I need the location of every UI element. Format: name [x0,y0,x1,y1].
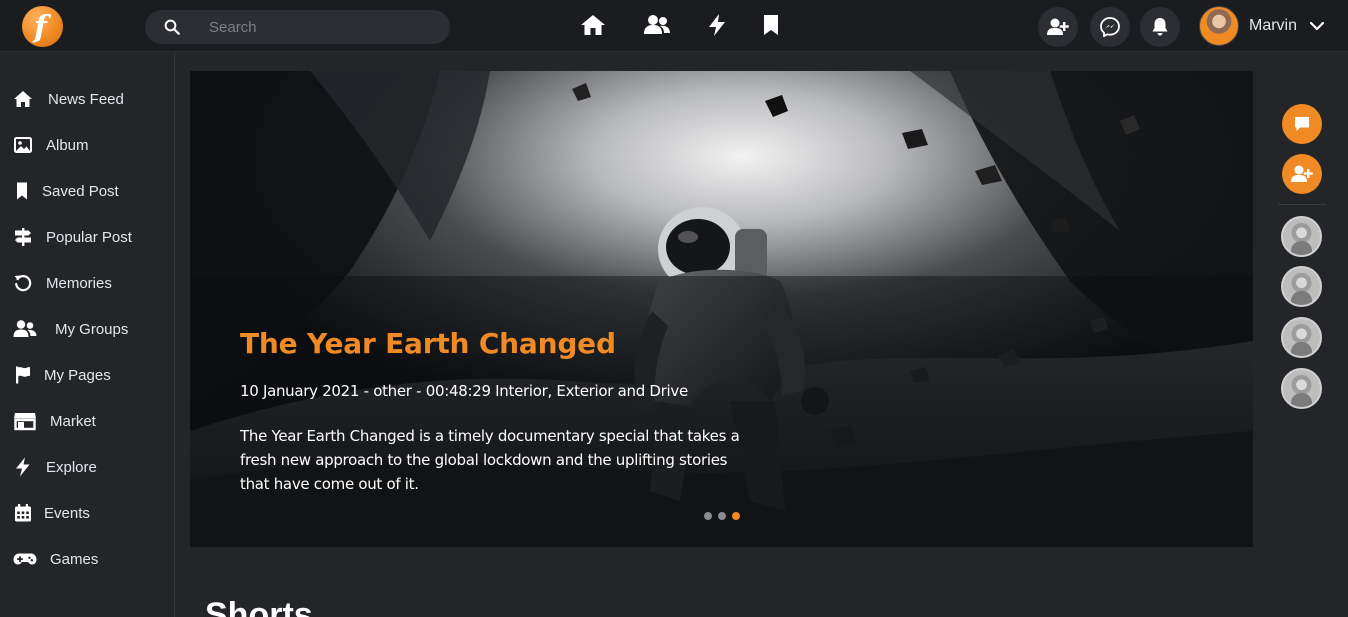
carousel-dot[interactable] [704,512,712,520]
calendar-icon [15,504,31,522]
carousel-dot-active[interactable] [732,512,740,520]
contact-avatar[interactable] [1281,317,1322,358]
sidebar-item-label: My Pages [44,366,111,384]
flag-icon [16,366,30,384]
sidebar-item-album[interactable]: Album [13,133,89,157]
hero-overlay [190,276,1253,547]
friends-icon[interactable] [642,12,672,38]
home-icon [14,91,32,107]
hero-description: The Year Earth Changed is a timely docum… [240,427,740,493]
sidebar-item-label: News Feed [48,90,124,108]
section-title: Shorts [205,596,313,617]
user-name[interactable]: Marvin [1249,17,1297,35]
contact-avatar[interactable] [1281,368,1322,409]
chevron-down-icon[interactable] [1309,18,1325,34]
search-icon [164,19,180,35]
sidebar-item-news-feed[interactable]: News Feed [13,87,124,111]
sidebar-item-label: Events [44,504,90,522]
chat-button[interactable] [1282,104,1322,144]
sidebar-item-label: Explore [46,458,97,476]
add-friend-button[interactable] [1282,154,1322,194]
group-icon [13,320,37,337]
signpost-icon [15,228,31,246]
bell-icon [1152,18,1168,36]
chat-icon [1295,117,1309,131]
user-menu[interactable]: Marvin [1199,6,1325,46]
left-sidebar: News Feed Album Saved Post Popular Post … [0,53,175,617]
contact-avatar[interactable] [1281,266,1322,307]
contact-avatar[interactable] [1281,216,1322,257]
store-icon [14,413,36,431]
sidebar-item-label: Album [46,136,89,154]
carousel-dot[interactable] [718,512,726,520]
notifications-button[interactable] [1140,7,1180,47]
gamepad-icon [13,553,37,565]
carousel-dots [704,512,740,520]
hero-title[interactable]: The Year Earth Changed [240,327,616,360]
image-icon [14,137,32,153]
sidebar-item-games[interactable]: Games [13,547,98,571]
featured-hero[interactable]: The Year Earth Changed 10 January 2021 -… [190,71,1253,547]
sidebar-item-label: Saved Post [42,182,119,200]
logo[interactable]: f [22,6,63,47]
sidebar-item-saved-post[interactable]: Saved Post [13,179,119,203]
sidebar-item-my-pages[interactable]: My Pages [13,363,111,387]
sidebar-item-label: Memories [46,274,112,292]
add-friend-icon [1047,18,1069,35]
avatar[interactable] [1199,6,1239,46]
sidebar-item-memories[interactable]: Memories [13,271,112,295]
messenger-button[interactable] [1090,7,1130,47]
logo-letter: f [34,9,47,45]
bookmark-icon [17,182,27,200]
sidebar-item-label: Market [50,412,96,430]
add-friend-button[interactable] [1038,7,1078,47]
home-icon[interactable] [580,12,606,38]
hero-meta: 10 January 2021 - other - 00:48:29 Inter… [240,382,688,400]
top-bar: f Search Marvin [0,0,1348,52]
search-bar[interactable] [145,10,450,44]
sidebar-item-label: Popular Post [46,228,132,246]
bookmark-icon[interactable] [758,12,784,38]
sidebar-item-popular-post[interactable]: Popular Post [13,225,132,249]
sidebar-item-market[interactable]: Market [13,409,96,433]
bolt-icon[interactable] [704,12,730,38]
history-icon [14,275,32,292]
bolt-icon [16,457,30,477]
sidebar-item-label: My Groups [55,320,129,338]
rail-divider [1278,204,1326,205]
add-friend-icon [1291,165,1313,182]
search-input[interactable] [209,10,439,44]
messenger-icon [1100,17,1120,37]
sidebar-item-label: Games [50,550,99,568]
sidebar-item-explore[interactable]: Explore [13,455,97,479]
sidebar-item-events[interactable]: Events [13,501,90,525]
sidebar-item-my-groups[interactable]: My Groups [13,317,128,341]
